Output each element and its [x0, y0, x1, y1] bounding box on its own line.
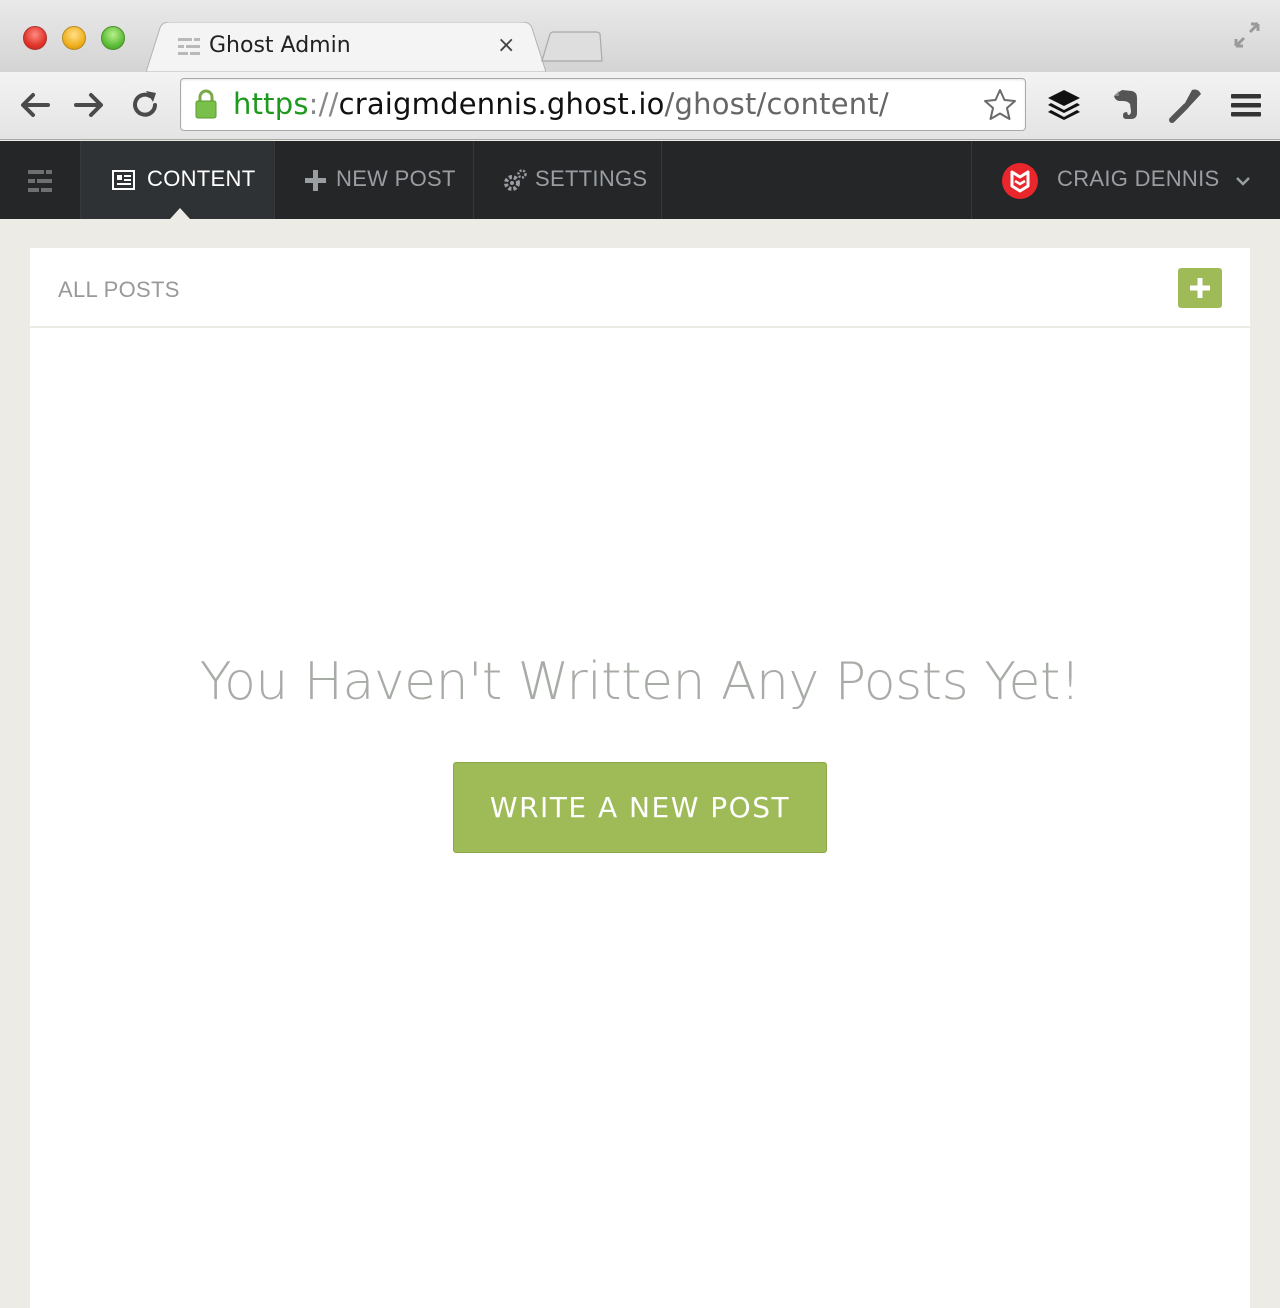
plus-icon — [305, 170, 326, 191]
new-tab-button[interactable] — [540, 31, 604, 63]
avatar — [1002, 163, 1038, 199]
ghost-favicon-icon — [178, 38, 200, 55]
nav-new-post-label: NEW POST — [336, 166, 456, 191]
panel-header — [30, 248, 1250, 328]
bookmark-star-icon[interactable] — [982, 87, 1018, 123]
reload-icon[interactable] — [128, 88, 162, 122]
plus-icon — [1190, 278, 1210, 298]
wrench-icon[interactable] — [1166, 86, 1204, 124]
write-new-post-button[interactable]: WRITE A NEW POST — [453, 762, 827, 853]
empty-state-message: You Haven't Written Any Posts Yet! — [199, 652, 1081, 712]
url-separator: :// — [308, 87, 339, 121]
gears-icon — [504, 169, 527, 191]
evernote-icon[interactable] — [1106, 86, 1144, 124]
chevron-down-icon[interactable] — [1235, 175, 1251, 187]
active-tab-caret — [170, 208, 190, 219]
nav-content-label: CONTENT — [147, 166, 256, 191]
url-text: https://craigmdennis.ghost.io/ghost/cont… — [233, 87, 889, 121]
url-scheme: https — [233, 87, 309, 121]
tab-close-icon[interactable]: × — [497, 34, 515, 58]
add-post-button[interactable] — [1178, 268, 1222, 308]
buffer-icon[interactable] — [1045, 86, 1083, 124]
close-window-button[interactable] — [23, 26, 47, 50]
lock-icon — [195, 89, 217, 119]
zoom-window-button[interactable] — [101, 26, 125, 50]
url-host: craigmdennis.ghost.io — [338, 87, 665, 121]
tab-title: Ghost Admin — [209, 33, 351, 58]
user-name: CRAIG DENNIS — [1057, 166, 1220, 191]
content-icon — [112, 170, 135, 190]
page-title: ALL POSTS — [58, 277, 180, 302]
back-arrow-icon[interactable] — [18, 88, 52, 122]
ghost-logo-icon — [28, 170, 52, 192]
fullscreen-icon[interactable] — [1232, 20, 1262, 50]
menu-icon[interactable] — [1227, 86, 1265, 124]
url-path: /ghost/content/ — [664, 87, 889, 121]
nav-settings-label: SETTINGS — [535, 166, 648, 191]
forward-arrow-icon[interactable] — [72, 88, 106, 122]
minimize-window-button[interactable] — [62, 26, 86, 50]
